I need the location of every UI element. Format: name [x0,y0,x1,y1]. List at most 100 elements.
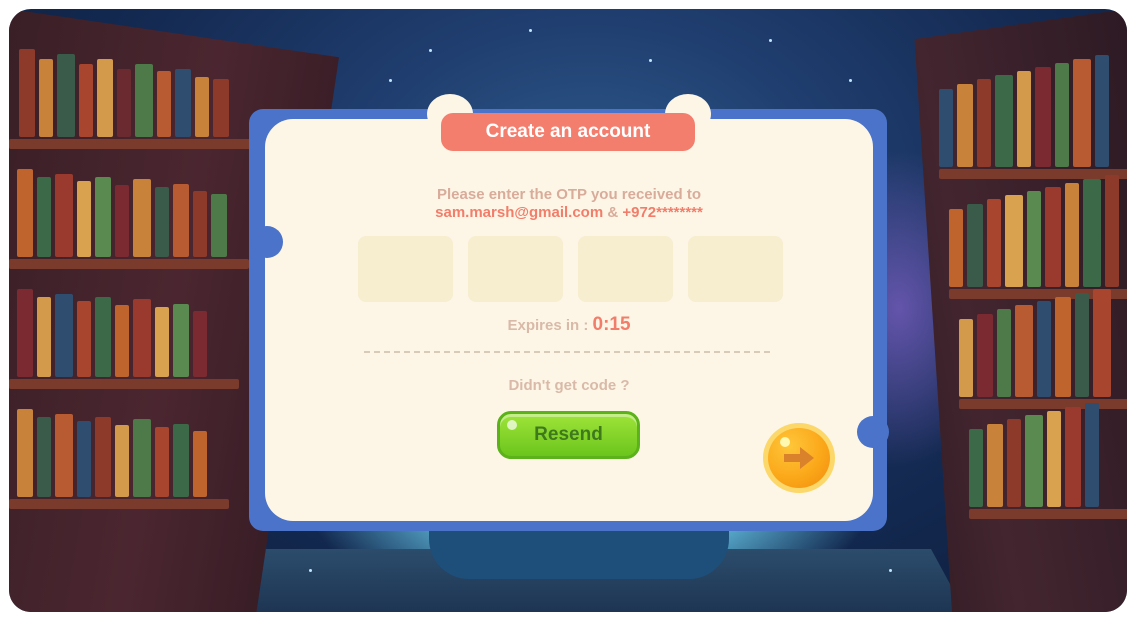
otp-destination: sam.marsh@gmail.com & +972******** [265,204,873,221]
book [19,49,35,137]
resend-button[interactable]: Resend [497,411,640,459]
book [193,311,207,377]
button-shine [780,437,790,447]
book [1037,301,1051,397]
no-code-label: Didn't get code ? [508,377,630,394]
book [1017,71,1031,167]
shelf-plank [959,399,1127,409]
book [967,204,983,287]
shelf-plank [9,259,249,269]
book [969,429,983,507]
book [995,75,1013,167]
shelf-plank [939,169,1127,179]
star [429,49,432,52]
otp-digit-3[interactable] [578,236,673,302]
phone-number: +972******** [622,204,703,221]
otp-digit-2[interactable] [468,236,563,302]
star [529,29,532,32]
book [55,174,73,257]
book [959,319,973,397]
dialog-title: Create an account [441,113,695,151]
book [97,59,113,137]
resend-label: Resend [534,424,603,445]
book [155,187,169,257]
book [193,191,207,257]
countdown-timer: 0:15 [592,314,631,335]
book [77,421,91,497]
shelf-plank [9,139,259,149]
otp-instruction: Please enter the OTP you received to [437,186,701,203]
book [1073,59,1091,167]
book [1065,407,1081,507]
card-notch-left [251,226,283,258]
book [79,64,93,137]
book [37,177,51,257]
book [987,199,1001,287]
book [117,69,131,137]
dashed-divider [364,351,770,353]
book [977,79,991,167]
book [1065,183,1079,287]
book [1085,403,1099,507]
book [1007,419,1021,507]
book [173,184,189,257]
book [977,314,993,397]
book [1015,305,1033,397]
book [115,185,129,257]
book [155,427,169,497]
shelf-plank [969,509,1127,519]
book [133,179,151,257]
book [1105,175,1119,287]
book [1095,55,1109,167]
book [17,409,33,497]
book [213,79,229,137]
book [1083,179,1101,287]
book [1075,293,1089,397]
book [115,425,129,497]
book [997,309,1011,397]
book [37,297,51,377]
book [173,424,189,497]
next-button-face [768,428,830,488]
book [1035,67,1051,167]
book [17,169,33,257]
book [1045,187,1061,287]
book [173,304,189,377]
star [389,79,392,82]
book [211,194,227,257]
book [133,419,151,497]
book [115,305,129,377]
expires-row: Expires in : 0:15 [265,314,873,336]
book [1025,415,1043,507]
star [889,569,892,572]
book [135,64,153,137]
book [155,307,169,377]
shelf-plank [9,379,239,389]
book [195,77,209,137]
book [39,59,53,137]
card-notch-right [857,416,889,448]
book [1093,289,1111,397]
otp-digit-1[interactable] [358,236,453,302]
book [95,177,111,257]
book [55,414,73,497]
book [1027,191,1041,287]
button-shine [507,420,517,430]
book [37,417,51,497]
book [1055,63,1069,167]
book [57,54,75,137]
expires-label: Expires in : [507,317,589,334]
book [77,301,91,377]
book [133,299,151,377]
book [175,69,191,137]
book [77,181,91,257]
book [1047,411,1061,507]
book [95,297,111,377]
star [649,59,652,62]
book [939,89,953,167]
next-button[interactable] [763,423,835,493]
otp-digit-4[interactable] [688,236,783,302]
book [157,71,171,137]
star [769,39,772,42]
book [1055,297,1071,397]
